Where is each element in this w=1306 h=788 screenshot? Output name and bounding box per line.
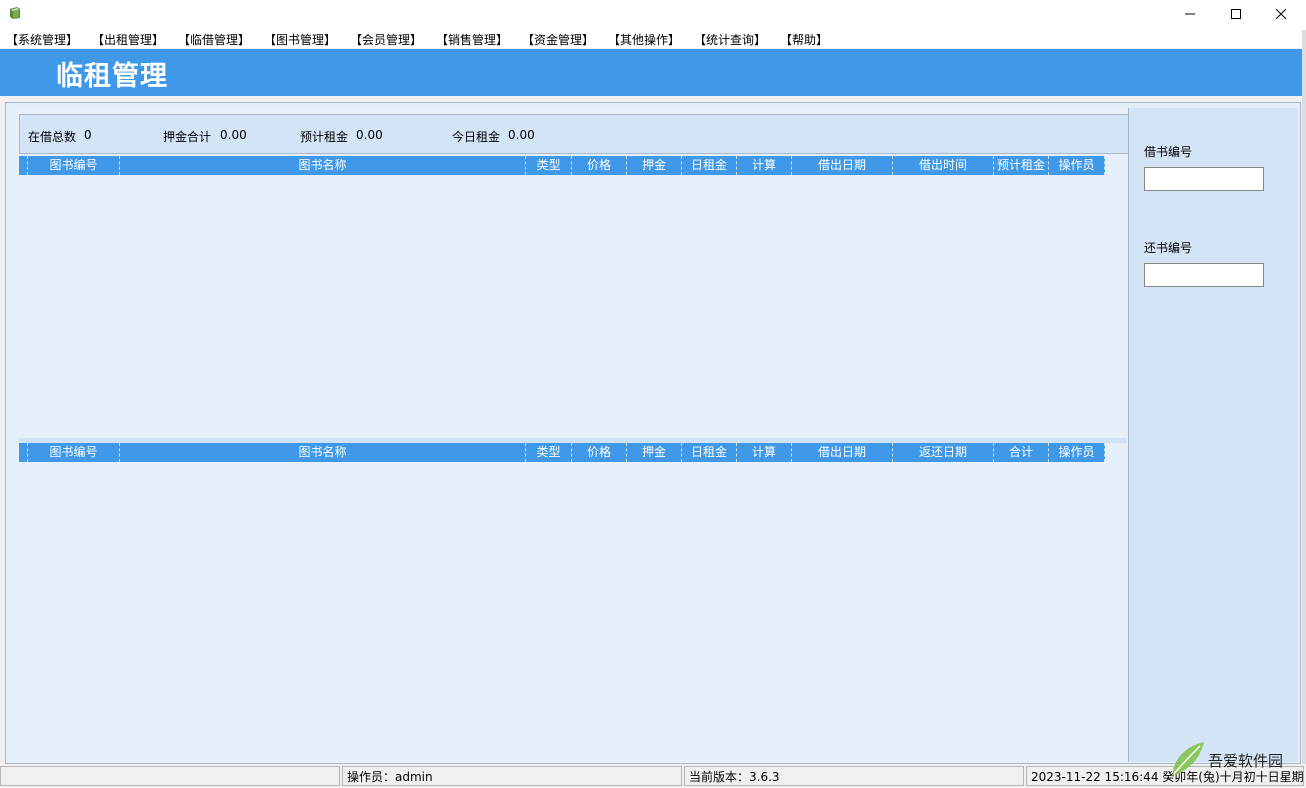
borrow-grid-header: 图书编号 图书名称 类型 价格 押金 日租金 计算 借出日期 借出时间 预计租金… bbox=[19, 156, 1105, 175]
column-header[interactable]: 操作员 bbox=[1049, 156, 1105, 175]
maximize-icon bbox=[1231, 9, 1241, 19]
minimize-button[interactable] bbox=[1167, 0, 1213, 28]
menu-books[interactable]: 【图书管理】 bbox=[264, 31, 336, 48]
column-header[interactable]: 日租金 bbox=[682, 443, 737, 462]
main-frame: 在借总数 0 押金合计 0.00 预计租金 0.00 今日租金 0.00 图书编… bbox=[5, 102, 1301, 764]
return-id-input[interactable] bbox=[1144, 263, 1264, 287]
total-borrowed-label: 在借总数 bbox=[28, 130, 77, 144]
deposit-total-value: 0.00 bbox=[220, 128, 247, 142]
column-header[interactable]: 返还日期 bbox=[893, 443, 994, 462]
column-header[interactable]: 计算 bbox=[737, 156, 792, 175]
column-header[interactable]: 合计 bbox=[994, 443, 1049, 462]
column-header[interactable]: 押金 bbox=[627, 443, 682, 462]
summary-bar: 在借总数 0 押金合计 0.00 预计租金 0.00 今日租金 0.00 bbox=[19, 114, 1129, 154]
title-bar bbox=[0, 0, 1306, 30]
column-header[interactable]: 借出日期 bbox=[792, 156, 893, 175]
leaf-logo-icon bbox=[1172, 742, 1204, 776]
menu-help[interactable]: 【帮助】 bbox=[780, 31, 828, 48]
status-bar: 操作员：admin 当前版本：3.6.3 2023-11-22 15:16:44… bbox=[0, 764, 1306, 788]
row-indicator-column bbox=[19, 156, 28, 175]
watermark-text: 吾爱软件园 bbox=[1208, 752, 1284, 770]
borrow-id-input[interactable] bbox=[1144, 167, 1264, 191]
menu-other[interactable]: 【其他操作】 bbox=[608, 31, 680, 48]
return-grid-header: 图书编号 图书名称 类型 价格 押金 日租金 计算 借出日期 返还日期 合计 操… bbox=[19, 443, 1105, 462]
menu-members[interactable]: 【会员管理】 bbox=[350, 31, 422, 48]
column-header[interactable]: 图书名称 bbox=[120, 443, 526, 462]
column-header[interactable]: 图书名称 bbox=[120, 156, 526, 175]
column-header[interactable]: 价格 bbox=[572, 156, 627, 175]
column-header[interactable]: 计算 bbox=[737, 443, 792, 462]
page-header: 临租管理 bbox=[0, 49, 1302, 96]
menu-statistics[interactable]: 【统计查询】 bbox=[694, 31, 766, 48]
estimated-rent-label: 预计租金 bbox=[300, 130, 349, 144]
today-rent-value: 0.00 bbox=[508, 128, 535, 142]
rental-panel: 在借总数 0 押金合计 0.00 预计租金 0.00 今日租金 0.00 图书编… bbox=[12, 108, 1129, 762]
window-edge bbox=[1302, 30, 1306, 770]
minimize-icon bbox=[1185, 13, 1195, 15]
close-icon bbox=[1276, 9, 1286, 19]
side-panel: 借书编号 还书编号 bbox=[1128, 108, 1298, 762]
column-header[interactable]: 类型 bbox=[526, 443, 572, 462]
menu-funds[interactable]: 【资金管理】 bbox=[522, 31, 594, 48]
menu-bar: 【系统管理】 【出租管理】 【临借管理】 【图书管理】 【会员管理】 【销售管理… bbox=[0, 30, 1306, 48]
today-rent-label: 今日租金 bbox=[452, 130, 501, 144]
menu-sales[interactable]: 【销售管理】 bbox=[436, 31, 508, 48]
column-header[interactable]: 押金 bbox=[627, 156, 682, 175]
column-header[interactable]: 图书编号 bbox=[28, 443, 120, 462]
return-id-label: 还书编号 bbox=[1144, 241, 1193, 255]
column-header[interactable]: 预计租金 bbox=[994, 156, 1049, 175]
page-title: 临租管理 bbox=[56, 61, 168, 92]
maximize-button[interactable] bbox=[1213, 0, 1259, 28]
menu-rental[interactable]: 【出租管理】 bbox=[92, 31, 164, 48]
estimated-rent-value: 0.00 bbox=[356, 128, 383, 142]
status-version: 当前版本：3.6.3 bbox=[684, 766, 1024, 786]
watermark: 吾爱软件园 bbox=[1168, 732, 1298, 784]
close-button[interactable] bbox=[1258, 0, 1304, 28]
column-header[interactable]: 价格 bbox=[572, 443, 627, 462]
book-app-icon bbox=[10, 7, 20, 19]
status-cell-empty bbox=[0, 766, 340, 786]
borrow-grid[interactable]: 图书编号 图书名称 类型 价格 押金 日租金 计算 借出日期 借出时间 预计租金… bbox=[19, 156, 1127, 437]
menu-system[interactable]: 【系统管理】 bbox=[6, 31, 78, 48]
column-header[interactable]: 日租金 bbox=[682, 156, 737, 175]
column-header[interactable]: 操作员 bbox=[1049, 443, 1105, 462]
total-borrowed-value: 0 bbox=[84, 128, 92, 142]
borrow-id-label: 借书编号 bbox=[1144, 145, 1193, 159]
row-indicator-column bbox=[19, 443, 28, 462]
status-operator: 操作员：admin bbox=[342, 766, 682, 786]
deposit-total-label: 押金合计 bbox=[163, 130, 212, 144]
menu-temp-borrow[interactable]: 【临借管理】 bbox=[178, 31, 250, 48]
column-header[interactable]: 借出日期 bbox=[792, 443, 893, 462]
column-header[interactable]: 类型 bbox=[526, 156, 572, 175]
column-header[interactable]: 图书编号 bbox=[28, 156, 120, 175]
column-header[interactable]: 借出时间 bbox=[893, 156, 994, 175]
return-grid[interactable]: 图书编号 图书名称 类型 价格 押金 日租金 计算 借出日期 返还日期 合计 操… bbox=[19, 443, 1127, 762]
